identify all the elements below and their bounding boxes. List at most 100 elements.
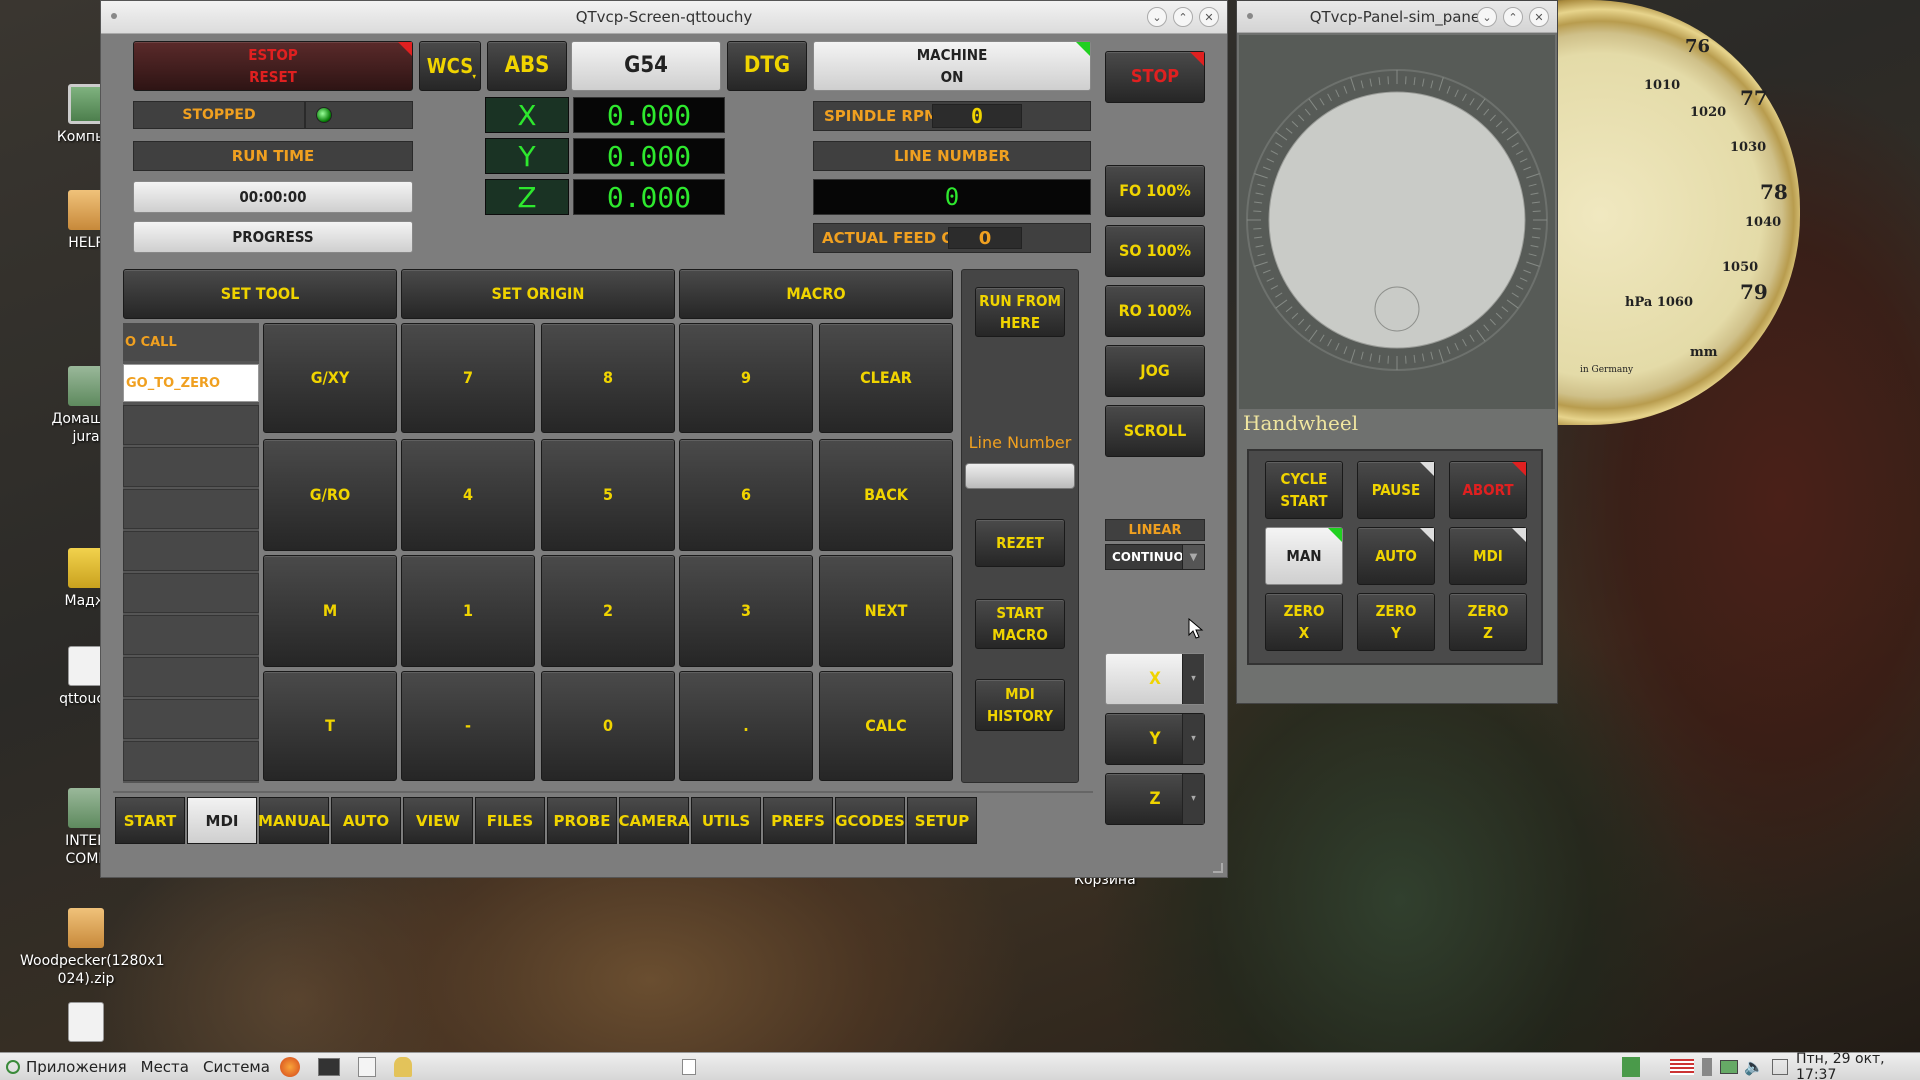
maximize-icon[interactable]: ⌃ — [1173, 7, 1193, 27]
places-menu[interactable]: Места — [141, 1058, 189, 1076]
wcs-button[interactable]: WCS ▾ — [419, 41, 481, 91]
spindle-override-button[interactable]: SO 100% — [1105, 225, 1205, 277]
list-item[interactable] — [123, 405, 259, 445]
update-notifier-icon[interactable] — [1622, 1056, 1640, 1077]
show-desktop-icon[interactable] — [682, 1058, 696, 1075]
key-dot[interactable]: . — [679, 671, 813, 781]
close-icon[interactable]: ✕ — [1199, 7, 1219, 27]
rapid-override-button[interactable]: RO 100% — [1105, 285, 1205, 337]
window-menu-icon[interactable] — [111, 13, 117, 19]
tab-prefs[interactable]: PREFS — [763, 797, 833, 844]
key-minus[interactable]: - — [401, 671, 535, 781]
key-next[interactable]: NEXT — [819, 555, 953, 667]
key-6[interactable]: 6 — [679, 439, 813, 551]
window-titlebar[interactable]: QTvcp-Screen-qttouchy ⌄ ⌃ ✕ — [101, 1, 1227, 34]
key-back[interactable]: BACK — [819, 439, 953, 551]
pause-button[interactable]: PAUSE — [1357, 461, 1435, 519]
window-titlebar[interactable]: QTvcp-Panel-sim_panel ⌄ ⌃ ✕ — [1237, 1, 1557, 33]
man-mode-button[interactable]: MAN — [1265, 527, 1343, 585]
tab-setup[interactable]: SETUP — [907, 797, 977, 844]
minimize-icon[interactable]: ⌄ — [1147, 7, 1167, 27]
axis-select-x[interactable]: X ▾ — [1105, 653, 1205, 705]
desktop-icon-file[interactable] — [20, 1002, 152, 1046]
axis-z-button[interactable]: Z — [485, 179, 569, 215]
key-t[interactable]: T — [263, 671, 397, 781]
system-menu[interactable]: Система — [203, 1058, 270, 1076]
axis-select-z[interactable]: Z ▾ — [1105, 773, 1205, 825]
tab-gcodes[interactable]: GCODES — [835, 797, 905, 844]
tab-manual[interactable]: MANUAL — [258, 797, 330, 844]
minimize-icon[interactable]: ⌄ — [1477, 7, 1497, 27]
tab-files[interactable]: FILES — [475, 797, 545, 844]
zero-y-button[interactable]: ZERO Y — [1357, 593, 1435, 651]
list-item-selected[interactable]: GO_TO_ZERO — [123, 364, 259, 402]
line-number-input[interactable] — [965, 463, 1075, 489]
tab-macro[interactable]: MACRO — [679, 269, 953, 319]
estop-reset-button[interactable]: ESTOP RESET — [133, 41, 413, 91]
run-from-here-button[interactable]: RUN FROM HERE — [975, 287, 1065, 337]
key-2[interactable]: 2 — [541, 555, 675, 667]
resize-grip-icon[interactable] — [1213, 863, 1223, 873]
jog-button[interactable]: JOG — [1105, 345, 1205, 397]
machine-on-button[interactable]: MACHINE ON — [813, 41, 1091, 91]
battery-icon[interactable] — [1702, 1057, 1712, 1076]
close-icon[interactable]: ✕ — [1529, 7, 1549, 27]
abort-button[interactable]: ABORT — [1449, 461, 1527, 519]
rezet-button[interactable]: REZET — [975, 519, 1065, 567]
cycle-start-button[interactable]: CYCLE START — [1265, 461, 1343, 519]
firefox-icon[interactable] — [279, 1056, 300, 1077]
desktop-icon-woodpecker[interactable]: Woodpecker(1280x1 024).zip — [20, 908, 165, 988]
key-g-xy[interactable]: G/XY — [263, 323, 397, 433]
list-item[interactable] — [123, 531, 259, 571]
terminal-icon[interactable] — [317, 1057, 340, 1076]
text-editor-icon[interactable] — [357, 1056, 376, 1077]
key-clear[interactable]: CLEAR — [819, 323, 953, 433]
key-4[interactable]: 4 — [401, 439, 535, 551]
key-0[interactable]: 0 — [541, 671, 675, 781]
zero-x-button[interactable]: ZERO X — [1265, 593, 1343, 651]
handwheel-grip[interactable] — [1374, 286, 1420, 332]
key-1[interactable]: 1 — [401, 555, 535, 667]
tab-auto[interactable]: AUTO — [331, 797, 401, 844]
stop-button[interactable]: STOP — [1105, 51, 1205, 103]
key-5[interactable]: 5 — [541, 439, 675, 551]
list-item[interactable] — [123, 741, 259, 781]
axis-y-button[interactable]: Y — [485, 138, 569, 174]
mdi-mode-button[interactable]: MDI — [1449, 527, 1527, 585]
tab-probe[interactable]: PROBE — [547, 797, 617, 844]
tab-set-origin[interactable]: SET ORIGIN — [401, 269, 675, 319]
abs-button[interactable]: ABS — [487, 41, 567, 91]
feed-override-button[interactable]: FO 100% — [1105, 165, 1205, 217]
g54-button[interactable]: G54 — [571, 41, 721, 91]
volume-icon[interactable]: 🔈 — [1744, 1057, 1764, 1076]
clock[interactable]: Птн, 29 окт, 17:37 — [1796, 1051, 1920, 1080]
key-7[interactable]: 7 — [401, 323, 535, 433]
keyboard-layout-flag-icon[interactable] — [1670, 1058, 1694, 1075]
axis-select-y[interactable]: Y ▾ — [1105, 713, 1205, 765]
list-item[interactable] — [123, 699, 259, 739]
key-3[interactable]: 3 — [679, 555, 813, 667]
tab-camera[interactable]: CAMERA — [619, 797, 689, 844]
key-m[interactable]: M — [263, 555, 397, 667]
auto-mode-button[interactable]: AUTO — [1357, 527, 1435, 585]
list-item[interactable] — [123, 615, 259, 655]
axis-x-button[interactable]: X — [485, 97, 569, 133]
screenshot-tool-icon[interactable] — [1772, 1058, 1788, 1075]
key-calc[interactable]: CALC — [819, 671, 953, 781]
network-icon[interactable] — [1720, 1059, 1738, 1074]
tab-view[interactable]: VIEW — [403, 797, 473, 844]
key-9[interactable]: 9 — [679, 323, 813, 433]
tab-mdi[interactable]: MDI — [187, 797, 257, 844]
dtg-button[interactable]: DTG — [727, 41, 807, 91]
applications-menu[interactable]: Приложения — [26, 1058, 127, 1076]
list-item[interactable] — [123, 573, 259, 613]
key-g-ro[interactable]: G/RO — [263, 439, 397, 551]
tab-utils[interactable]: UTILS — [691, 797, 761, 844]
list-item[interactable] — [123, 489, 259, 529]
zero-z-button[interactable]: ZERO Z — [1449, 593, 1527, 651]
linux-penguin-icon[interactable] — [393, 1056, 412, 1077]
window-menu-icon[interactable] — [1247, 13, 1253, 19]
key-8[interactable]: 8 — [541, 323, 675, 433]
list-item[interactable] — [123, 657, 259, 697]
mdi-history-button[interactable]: MDI HISTORY — [975, 679, 1065, 731]
